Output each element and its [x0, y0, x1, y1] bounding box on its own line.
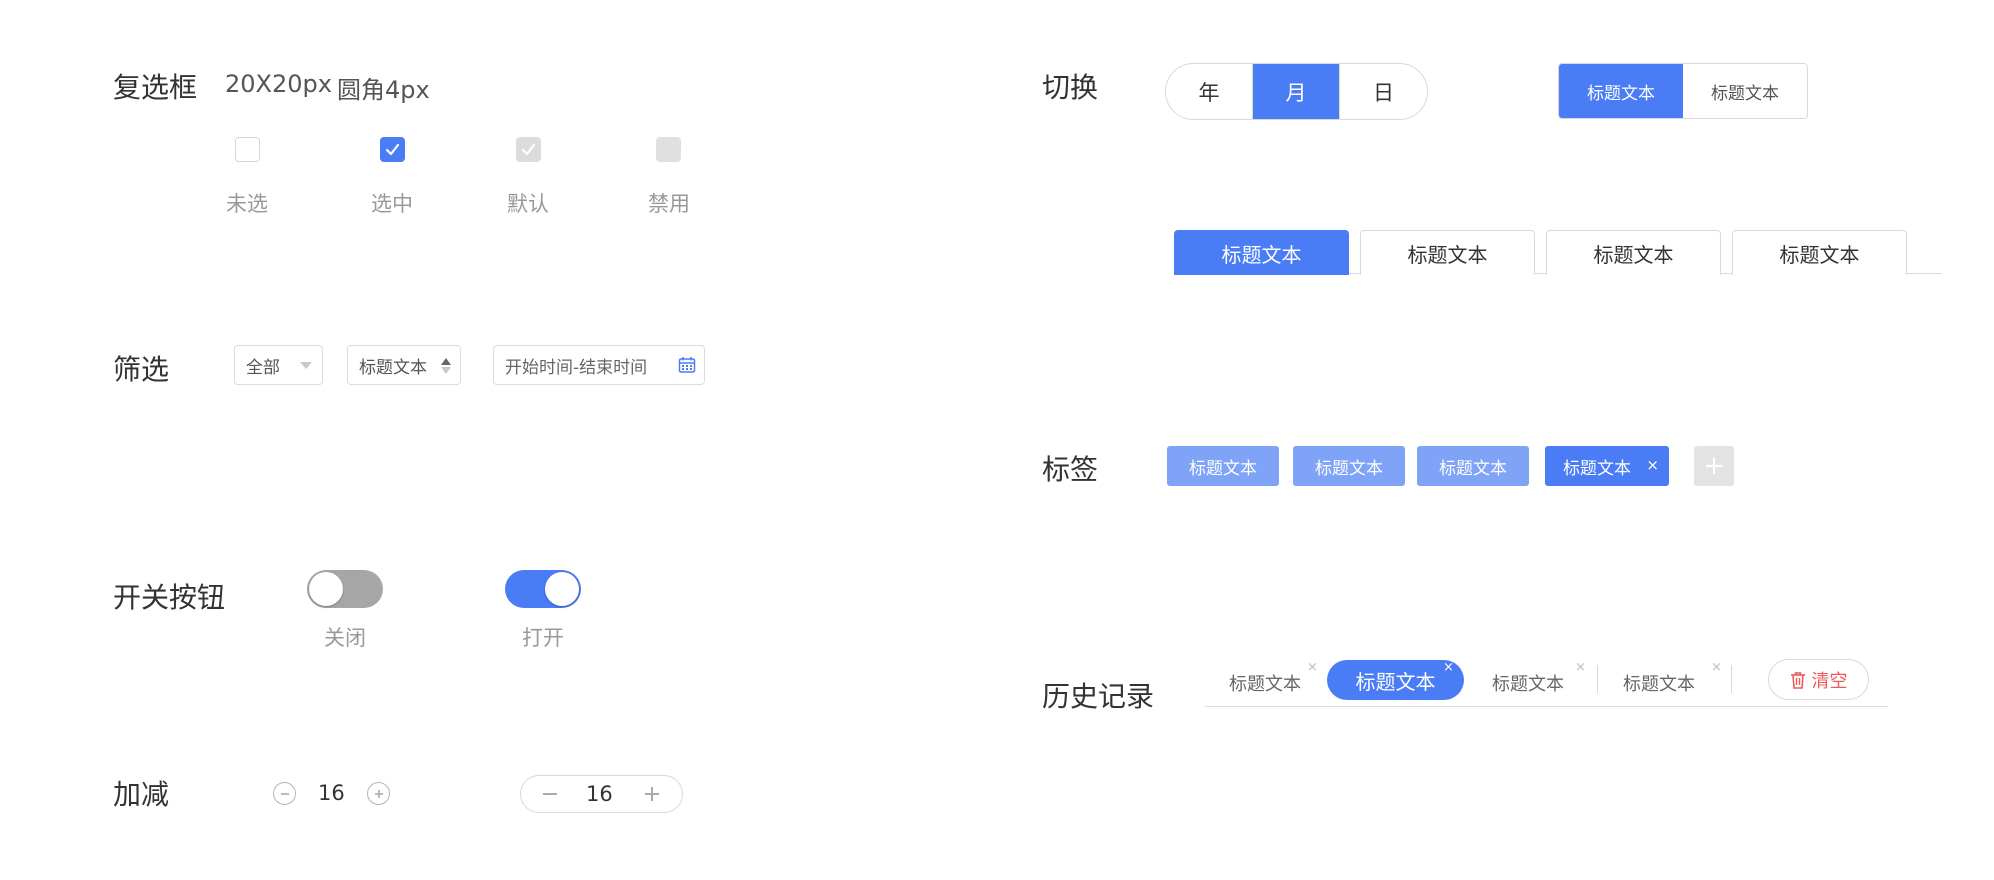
- switch-on[interactable]: [505, 570, 581, 608]
- switch-on-label: 打开: [522, 626, 564, 650]
- close-icon[interactable]: ×: [1646, 456, 1659, 474]
- checkbox-section-title: 复选框: [113, 71, 198, 104]
- tab-item[interactable]: 标题文本: [1174, 230, 1349, 275]
- close-icon[interactable]: ×: [1443, 660, 1454, 675]
- minus-icon[interactable]: [273, 782, 296, 805]
- checkbox-default[interactable]: [516, 137, 541, 162]
- date-range-placeholder: 开始时间-结束时间: [505, 357, 648, 378]
- checkbox-radius-spec: 圆角4px: [337, 76, 430, 104]
- checkbox-state-label: 禁用: [648, 192, 690, 216]
- clear-history-button[interactable]: 清空: [1768, 659, 1869, 700]
- close-icon[interactable]: ×: [1575, 660, 1586, 675]
- segment-day[interactable]: 日: [1340, 64, 1427, 119]
- sort-icon: [441, 358, 451, 374]
- toggle-section-title: 切换: [1042, 71, 1099, 104]
- tab-item[interactable]: 标题文本: [1360, 230, 1535, 275]
- history-item[interactable]: 标题文本: [1623, 670, 1695, 696]
- history-baseline: [1205, 706, 1888, 707]
- checkbox-size-spec: 20X20px: [225, 70, 332, 98]
- history-item[interactable]: 标题文本: [1229, 670, 1301, 696]
- tag-label: 标题文本: [1563, 458, 1631, 479]
- stepper-value[interactable]: 16: [586, 782, 613, 806]
- segmented-pair: 标题文本 标题文本: [1558, 63, 1808, 119]
- plus-icon: +: [1703, 451, 1725, 481]
- segment-option[interactable]: 标题文本: [1559, 64, 1683, 118]
- trash-icon: [1790, 671, 1805, 689]
- tag-item[interactable]: 标题文本: [1417, 446, 1529, 486]
- history-section-title: 历史记录: [1042, 680, 1155, 713]
- checkbox-disabled: [656, 137, 681, 162]
- tab-item[interactable]: 标题文本: [1732, 230, 1907, 275]
- stepper-pill: 16: [520, 775, 683, 813]
- history-divider: [1597, 665, 1598, 693]
- tags-section-title: 标签: [1042, 453, 1099, 486]
- filter-select-all[interactable]: 全部: [234, 345, 323, 385]
- checkbox-state-label: 默认: [507, 192, 549, 216]
- close-icon[interactable]: ×: [1711, 660, 1722, 675]
- switch-knob: [309, 572, 343, 606]
- segment-year[interactable]: 年: [1166, 64, 1253, 119]
- checkbox-checked[interactable]: [380, 137, 405, 162]
- calendar-icon[interactable]: [678, 356, 696, 374]
- segmented-year-month-day: 年 月 日: [1165, 63, 1428, 120]
- tag-item-selected[interactable]: 标题文本 ×: [1545, 446, 1669, 486]
- filter-select-all-value: 全部: [246, 357, 280, 378]
- segment-month[interactable]: 月: [1253, 64, 1340, 119]
- tag-item[interactable]: 标题文本: [1167, 446, 1279, 486]
- stepper-value[interactable]: 16: [318, 781, 345, 805]
- plus-icon[interactable]: [367, 782, 390, 805]
- filter-date-range[interactable]: 开始时间-结束时间: [493, 345, 705, 385]
- switch-off[interactable]: [307, 570, 383, 608]
- filter-section-title: 筛选: [113, 353, 170, 386]
- switch-section-title: 开关按钮: [113, 581, 226, 614]
- chevron-down-icon: [300, 362, 312, 369]
- checkbox-state-label: 未选: [226, 192, 268, 216]
- switch-off-label: 关闭: [324, 626, 366, 650]
- checkbox-unchecked[interactable]: [235, 137, 260, 162]
- segment-option[interactable]: 标题文本: [1683, 64, 1807, 118]
- plus-icon[interactable]: [644, 786, 660, 802]
- clear-label: 清空: [1811, 670, 1848, 692]
- add-tag-button[interactable]: +: [1694, 446, 1734, 486]
- filter-select-title-value: 标题文本: [359, 357, 427, 378]
- history-item[interactable]: 标题文本: [1492, 670, 1564, 696]
- check-icon: [385, 143, 400, 156]
- close-icon[interactable]: ×: [1307, 660, 1318, 675]
- switch-knob: [545, 572, 579, 606]
- checkbox-state-label: 选中: [371, 192, 413, 216]
- history-item-label: 标题文本: [1355, 669, 1436, 694]
- filter-select-title[interactable]: 标题文本: [347, 345, 461, 385]
- tab-item[interactable]: 标题文本: [1546, 230, 1721, 275]
- history-divider: [1731, 665, 1732, 693]
- check-icon: [521, 143, 536, 156]
- tag-item[interactable]: 标题文本: [1293, 446, 1405, 486]
- stepper-section-title: 加减: [113, 778, 170, 811]
- minus-icon[interactable]: [542, 788, 558, 800]
